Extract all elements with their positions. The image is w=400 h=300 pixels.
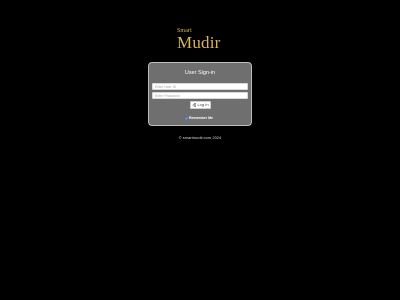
remember-me-checkbox[interactable] <box>185 116 188 120</box>
login-icon <box>192 103 197 107</box>
brand-main-text: Mudir <box>177 33 221 52</box>
remember-me-label: Remember Me <box>189 115 213 120</box>
brand-logo: Smart Mudir <box>177 27 237 53</box>
login-button[interactable]: Log In <box>190 101 211 109</box>
user-id-input[interactable] <box>152 83 248 90</box>
login-button-label: Log In <box>197 102 209 107</box>
login-panel: User Sign-in Log In Remember Me <box>148 62 252 126</box>
remember-me-row: Remember Me <box>185 115 221 121</box>
footer-copyright: © smartmudir.com 2024 <box>178 135 222 140</box>
panel-title: User Sign-in <box>184 70 216 76</box>
password-input[interactable] <box>152 92 248 99</box>
